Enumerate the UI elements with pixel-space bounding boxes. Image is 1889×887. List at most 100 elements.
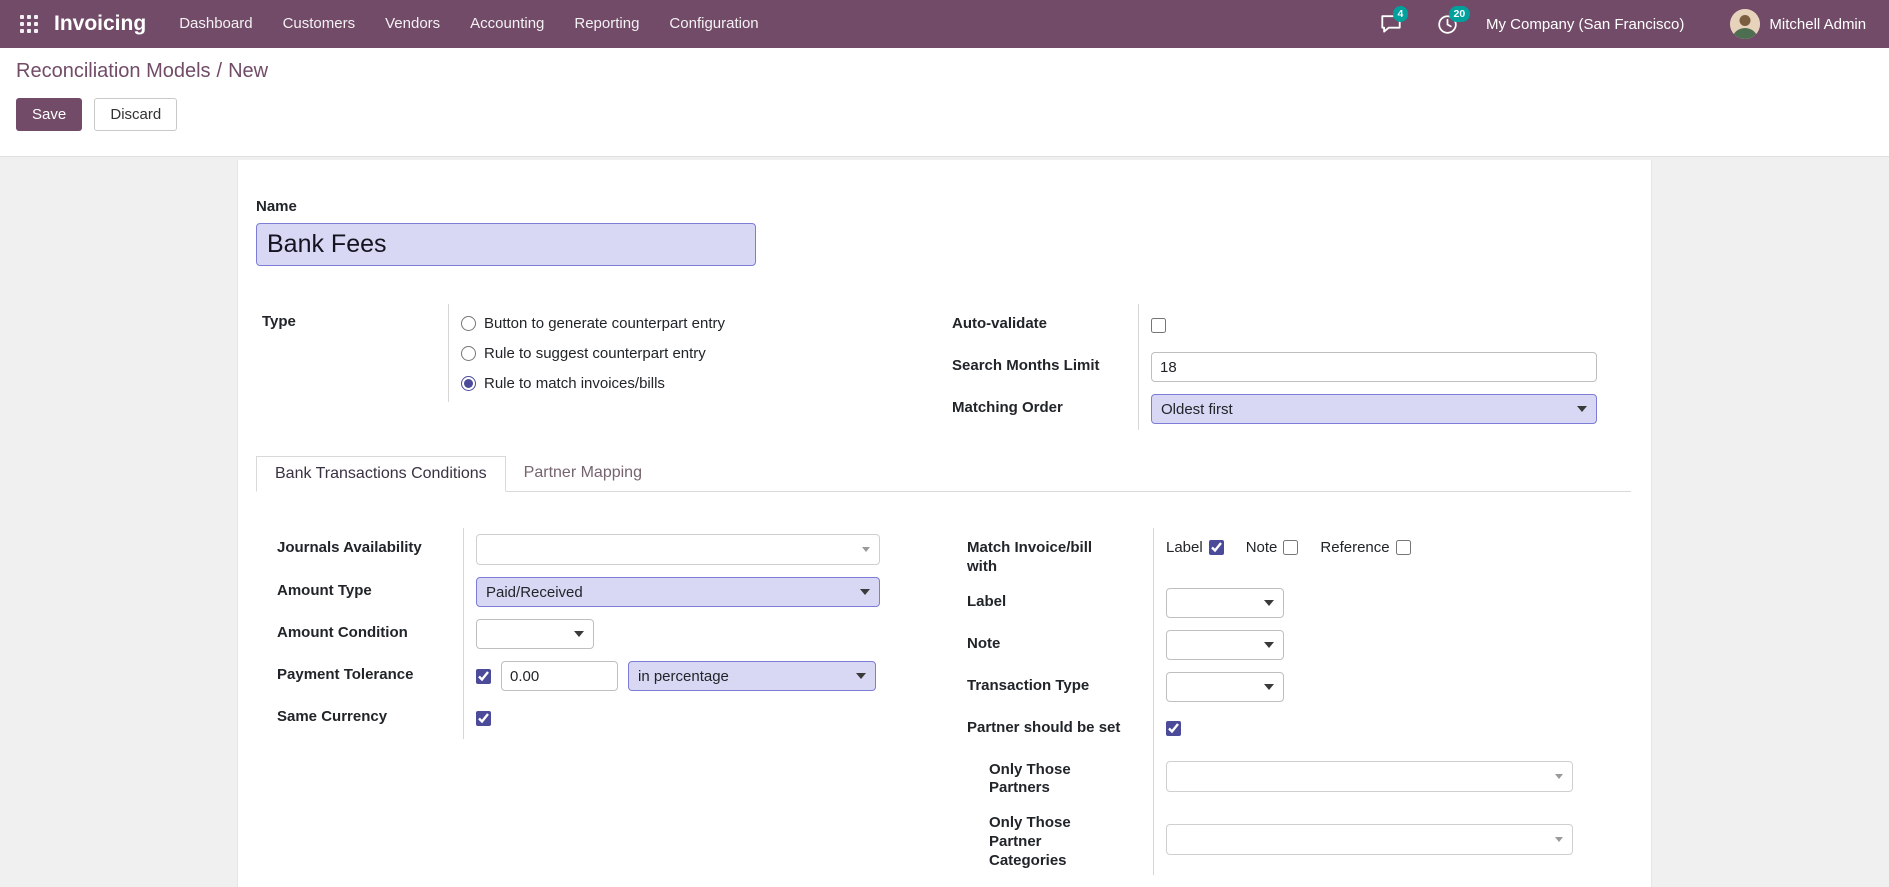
- type-option-suggest-label: Rule to suggest counterpart entry: [484, 344, 706, 362]
- conditions-left-column: Journals Availability Amount Type Paid/R…: [256, 528, 896, 875]
- type-radio-group: Button to generate counterpart entry Rul…: [449, 304, 896, 402]
- search-months-limit-input[interactable]: [1151, 352, 1597, 382]
- match-option-label[interactable]: Label: [1166, 539, 1224, 556]
- note-field-label: Note: [967, 634, 1001, 652]
- chevron-down-icon: [1577, 406, 1587, 412]
- tab-content: Journals Availability Amount Type Paid/R…: [256, 492, 1631, 876]
- tab-bank-transactions-conditions[interactable]: Bank Transactions Conditions: [256, 456, 506, 492]
- control-panel: Reconciliation Models / New Save Discard: [0, 48, 1889, 157]
- chevron-down-icon: [1264, 599, 1274, 606]
- amount-type-select[interactable]: Paid/Received: [476, 577, 880, 607]
- top-form-group: Type Button to generate counterpart entr…: [256, 304, 1631, 430]
- search-months-limit-label: Search Months Limit: [952, 357, 1100, 374]
- same-currency-checkbox[interactable]: [476, 710, 491, 726]
- match-label-checkbox[interactable]: [1208, 540, 1224, 555]
- chevron-down-icon: [1264, 683, 1274, 690]
- conditions-right-column: Match Invoice/bill with Label Note Refer…: [946, 528, 1631, 876]
- payment-tolerance-checkbox[interactable]: [476, 668, 491, 684]
- company-switcher[interactable]: My Company (San Francisco): [1486, 16, 1684, 33]
- same-currency-label: Same Currency: [277, 708, 388, 725]
- type-radio-generate[interactable]: [461, 315, 476, 331]
- top-navbar: Invoicing Dashboard Customers Vendors Ac…: [0, 0, 1889, 48]
- navbar-left: Invoicing Dashboard Customers Vendors Ac…: [0, 0, 774, 48]
- name-label: Name: [256, 198, 297, 215]
- payment-tolerance-input[interactable]: [501, 661, 618, 691]
- transaction-type-select[interactable]: [1166, 671, 1284, 702]
- match-option-label-text: Label: [1166, 539, 1203, 556]
- notebook-tabs: Bank Transactions Conditions Partner Map…: [256, 456, 1631, 492]
- menu-configuration[interactable]: Configuration: [654, 0, 773, 48]
- breadcrumb-current: New: [228, 60, 269, 82]
- chevron-down-icon: [1555, 773, 1563, 779]
- match-option-reference-text: Reference: [1320, 539, 1390, 556]
- user-menu[interactable]: Mitchell Admin: [1730, 9, 1866, 39]
- name-field: Name: [256, 198, 1631, 266]
- type-option-suggest[interactable]: Rule to suggest counterpart entry: [461, 338, 896, 368]
- label-field-label: Label: [967, 592, 1007, 610]
- app-name[interactable]: Invoicing: [54, 12, 146, 36]
- chevron-down-icon: [1555, 836, 1563, 842]
- breadcrumb-parent[interactable]: Reconciliation Models: [16, 60, 211, 82]
- amount-condition-select[interactable]: [476, 619, 594, 649]
- label-select[interactable]: [1166, 587, 1284, 618]
- name-input[interactable]: [256, 223, 756, 266]
- partner-should-be-set-checkbox[interactable]: [1166, 721, 1181, 736]
- tab-partner-mapping[interactable]: Partner Mapping: [506, 456, 660, 491]
- match-note-checkbox[interactable]: [1283, 540, 1299, 555]
- top-left-column: Type Button to generate counterpart entr…: [256, 304, 896, 430]
- match-reference-checkbox[interactable]: [1395, 540, 1411, 555]
- auto-validate-label: Auto-validate: [952, 315, 1048, 332]
- journals-availability-label: Journals Availability: [277, 539, 422, 556]
- save-button[interactable]: Save: [16, 98, 83, 131]
- note-select[interactable]: [1166, 629, 1284, 660]
- chevron-down-icon: [856, 673, 866, 679]
- match-option-reference[interactable]: Reference: [1320, 539, 1411, 556]
- only-those-partners-label: Only Those Partners: [989, 760, 1071, 797]
- journals-availability-combobox[interactable]: [476, 534, 880, 565]
- type-option-match-label: Rule to match invoices/bills: [484, 374, 665, 392]
- chevron-down-icon: [860, 589, 870, 595]
- breadcrumb-separator: /: [216, 60, 223, 82]
- auto-validate-checkbox[interactable]: [1151, 317, 1166, 333]
- menu-dashboard[interactable]: Dashboard: [164, 0, 267, 48]
- messages-menu-button[interactable]: 4: [1378, 0, 1408, 48]
- type-label: Type: [262, 313, 296, 330]
- payment-tolerance-label: Payment Tolerance: [277, 666, 414, 683]
- main-menu: Dashboard Customers Vendors Accounting R…: [164, 0, 773, 48]
- only-those-partners-combobox[interactable]: [1166, 760, 1573, 792]
- menu-vendors[interactable]: Vendors: [370, 0, 455, 48]
- payment-tolerance-unit-value: in percentage: [638, 667, 729, 685]
- payment-tolerance-unit-select[interactable]: in percentage: [628, 661, 876, 691]
- notebook: Bank Transactions Conditions Partner Map…: [256, 456, 1631, 876]
- type-radio-suggest[interactable]: [461, 345, 476, 361]
- amount-type-label: Amount Type: [277, 582, 372, 599]
- activities-menu-button[interactable]: 20: [1434, 0, 1470, 48]
- only-those-partner-categories-combobox[interactable]: [1166, 823, 1573, 855]
- amount-condition-label: Amount Condition: [277, 624, 408, 641]
- user-avatar: [1730, 9, 1761, 39]
- menu-accounting[interactable]: Accounting: [455, 0, 559, 48]
- chevron-down-icon: [574, 631, 584, 637]
- form-sheet: Name Type Button to generate counterpart…: [237, 160, 1652, 887]
- type-radio-match[interactable]: [461, 375, 476, 391]
- type-option-match[interactable]: Rule to match invoices/bills: [461, 368, 896, 398]
- breadcrumb: Reconciliation Models / New: [16, 60, 1873, 83]
- apps-grid-icon: [20, 15, 38, 33]
- transaction-type-label: Transaction Type: [967, 676, 1090, 694]
- match-invoice-with-options: Label Note Reference: [1166, 539, 1411, 556]
- match-option-note[interactable]: Note: [1246, 539, 1299, 556]
- chevron-down-icon: [862, 547, 870, 552]
- top-right-column: Auto-validate Search Months Limit Matchi…: [946, 304, 1631, 430]
- apps-menu-button[interactable]: [12, 0, 46, 48]
- discard-button[interactable]: Discard: [94, 98, 178, 131]
- menu-customers[interactable]: Customers: [268, 0, 371, 48]
- activities-badge: 20: [1449, 6, 1470, 22]
- match-invoice-with-label: Match Invoice/bill with: [967, 539, 1093, 575]
- messages-badge: 4: [1393, 6, 1408, 22]
- matching-order-select[interactable]: Oldest first: [1151, 394, 1597, 424]
- menu-reporting[interactable]: Reporting: [559, 0, 654, 48]
- type-option-generate[interactable]: Button to generate counterpart entry: [461, 308, 896, 338]
- only-those-partner-categories-label: Only Those Partner Categories: [989, 814, 1071, 869]
- matching-order-value: Oldest first: [1161, 400, 1233, 418]
- amount-type-value: Paid/Received: [486, 583, 583, 601]
